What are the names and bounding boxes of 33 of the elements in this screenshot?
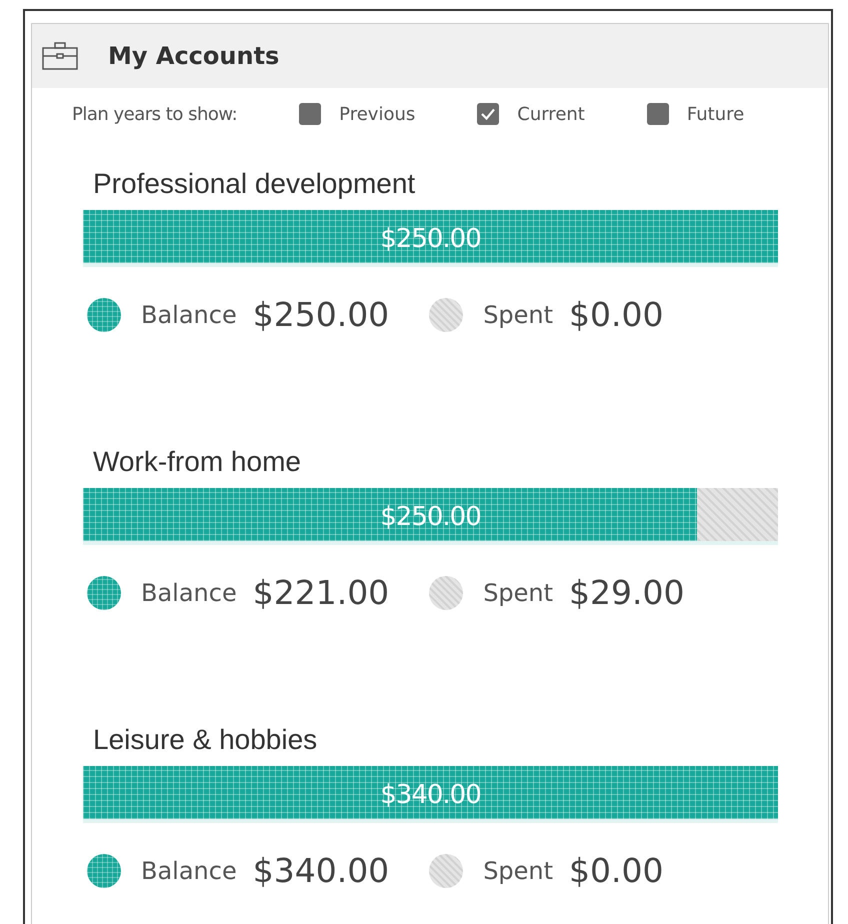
spent-legend-icon xyxy=(429,298,464,332)
spent-label: Spent xyxy=(483,578,554,606)
checkbox[interactable] xyxy=(299,103,322,125)
spent-label: Spent xyxy=(483,300,554,328)
spent-legend-icon xyxy=(429,854,464,888)
balance-legend-icon xyxy=(87,854,121,888)
spent-legend-icon xyxy=(429,576,464,610)
account-name: Leisure & hobbies xyxy=(93,724,318,757)
account-total: $340.00 xyxy=(380,780,481,810)
checkbox-label[interactable]: Current xyxy=(517,104,585,124)
account-name: Work-from home xyxy=(93,446,302,479)
balance-legend-icon xyxy=(87,576,121,610)
panel-title: My Accounts xyxy=(108,42,280,70)
balance-legend-icon xyxy=(87,298,121,332)
briefcase-icon xyxy=(42,42,78,70)
spent-amount: $0.00 xyxy=(569,295,664,334)
account-name: Professional development xyxy=(93,168,416,201)
spent-label: Spent xyxy=(483,856,554,884)
balance-label: Balance xyxy=(141,856,237,884)
checkbox-label[interactable]: Previous xyxy=(339,104,416,124)
checkbox[interactable] xyxy=(477,103,500,125)
checkbox[interactable] xyxy=(646,103,669,125)
balance-label: Balance xyxy=(141,300,237,328)
spent-amount: $0.00 xyxy=(569,851,664,890)
checkbox-label[interactable]: Future xyxy=(686,104,744,124)
balance-amount: $340.00 xyxy=(252,851,390,890)
balance-amount: $250.00 xyxy=(252,295,390,334)
account-total: $250.00 xyxy=(380,224,481,254)
balance-label: Balance xyxy=(141,578,237,606)
filter-label: Plan years to show: xyxy=(72,104,238,124)
spent-amount: $29.00 xyxy=(569,573,685,612)
account-total: $250.00 xyxy=(380,502,481,532)
balance-amount: $221.00 xyxy=(252,573,390,612)
